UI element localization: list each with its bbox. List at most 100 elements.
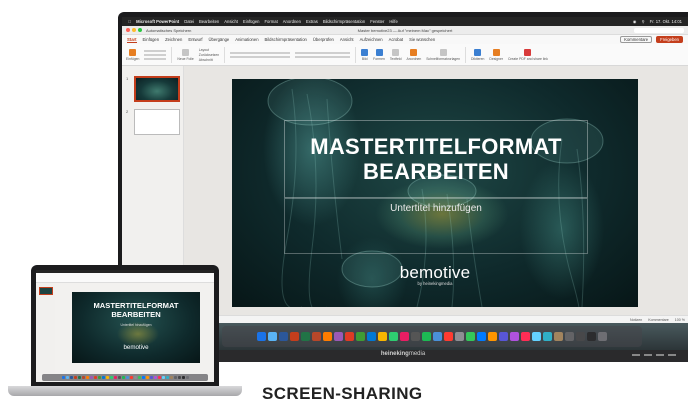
dock-app-icon[interactable] [499, 332, 508, 341]
dock-app-icon[interactable] [268, 332, 277, 341]
menubar-clock[interactable]: Fr. 17. Okt. 14:01 [650, 19, 682, 24]
dock-app-icon[interactable] [576, 332, 585, 341]
dock-app-icon[interactable] [598, 332, 607, 341]
dock-app-icon[interactable] [129, 376, 133, 379]
slide-thumbnail[interactable] [134, 76, 180, 102]
laptop-slide-thumbnail[interactable] [39, 287, 53, 295]
dock-app-icon[interactable] [165, 376, 169, 379]
share-button[interactable]: Freigeben [656, 36, 683, 43]
section-button[interactable]: Abschnitt [199, 58, 213, 62]
dock-app-icon[interactable] [113, 376, 117, 379]
dock-app-icon[interactable] [149, 376, 153, 379]
dictate-group[interactable]: Diktieren [471, 48, 484, 61]
dock-app-icon[interactable] [367, 332, 376, 341]
dock-app-icon[interactable] [81, 376, 85, 379]
menu-ansicht[interactable]: Ansicht [224, 19, 238, 24]
dock-app-icon[interactable] [477, 332, 486, 341]
dock-app-icon[interactable] [400, 332, 409, 341]
dock-app-icon[interactable] [543, 332, 552, 341]
dock-app-icon[interactable] [89, 376, 93, 379]
dock-app-icon[interactable] [61, 376, 65, 379]
dock-app-icon[interactable] [161, 376, 165, 379]
comments-button[interactable]: Kommentare [620, 36, 653, 43]
dock-app-icon[interactable] [125, 376, 129, 379]
tab-ueberpruefen[interactable]: Überprüfen [313, 37, 334, 42]
quick-styles-group[interactable]: Schnellformatvorlagen [426, 48, 460, 61]
dock-app-icon[interactable] [323, 332, 332, 341]
dock-app-icon[interactable] [185, 376, 189, 379]
slide-canvas[interactable]: MASTERTITELFORMAT BEARBEITEN Untertitel … [232, 79, 638, 307]
dock-app-icon[interactable] [109, 376, 113, 379]
dock-app-icon[interactable] [378, 332, 387, 341]
dock-app-icon[interactable] [133, 376, 137, 379]
slide-thumbnail[interactable] [134, 109, 180, 135]
search-icon[interactable]: ⚲ [642, 19, 645, 24]
picture-group[interactable]: Bild [361, 48, 369, 61]
dock-app-icon[interactable] [356, 332, 365, 341]
designer-group[interactable]: Designer [489, 48, 503, 61]
dock-app-icon[interactable] [488, 332, 497, 341]
menu-datei[interactable]: Datei [184, 19, 194, 24]
tab-ansicht[interactable]: Ansicht [340, 37, 354, 42]
font-controls[interactable] [230, 51, 291, 58]
dock-app-icon[interactable] [444, 332, 453, 341]
wifi-icon[interactable]: ◉ [633, 19, 637, 24]
dock-app-icon[interactable] [101, 376, 105, 379]
layout-button[interactable]: Layout [199, 48, 209, 52]
arrange-group[interactable]: Anordnen [407, 48, 421, 61]
dock-app-icon[interactable] [65, 376, 69, 379]
dock-app-icon[interactable] [510, 332, 519, 341]
dock-app-icon[interactable] [173, 376, 177, 379]
notes-button[interactable]: Notizen [630, 318, 642, 322]
dock-app-icon[interactable] [389, 332, 398, 341]
dock-app-icon[interactable] [153, 376, 157, 379]
dock-app-icon[interactable] [157, 376, 161, 379]
reset-button[interactable]: Zurücksetzen [199, 53, 219, 57]
subtitle-placeholder[interactable]: Untertitel hinzufügen [284, 198, 588, 254]
dock-app-icon[interactable] [433, 332, 442, 341]
dock-app-icon[interactable] [257, 332, 266, 341]
dock-app-icon[interactable] [85, 376, 89, 379]
dock-app-icon[interactable] [290, 332, 299, 341]
create-pdf-group[interactable]: Create PDF and share link [508, 48, 548, 61]
dock-app-icon[interactable] [279, 332, 288, 341]
dock-app-icon[interactable] [169, 376, 173, 379]
dock-app-icon[interactable] [105, 376, 109, 379]
apple-icon[interactable]:  [128, 19, 131, 24]
dock-app-icon[interactable] [422, 332, 431, 341]
dock-app-icon[interactable] [145, 376, 149, 379]
dock-app-icon[interactable] [532, 332, 541, 341]
tab-entwurf[interactable]: Entwurf [188, 37, 202, 42]
tab-sie-wuenschen[interactable]: Sie wünschen [409, 37, 435, 42]
title-placeholder[interactable]: MASTERTITELFORMAT BEARBEITEN [284, 120, 588, 198]
tab-acrobat[interactable]: Acrobat [389, 37, 403, 42]
laptop-slide-canvas[interactable]: MASTERTITELFORMAT BEARBEITEN Untertitel h… [72, 292, 200, 363]
textbox-group[interactable]: Textfeld [390, 48, 402, 61]
menu-bildschirmpraesentation[interactable]: Bildschirmpräsentation [323, 19, 365, 24]
menu-hilfe[interactable]: Hilfe [389, 19, 397, 24]
search-field[interactable] [634, 27, 684, 33]
paste-group[interactable]: Einfügen [126, 48, 139, 61]
autosave-label[interactable]: Automatisches Speichern [146, 28, 191, 33]
dock-app-icon[interactable] [141, 376, 145, 379]
tab-bildschirmpraesentation[interactable]: Bildschirmpräsentation [265, 37, 307, 42]
tab-zeichnen[interactable]: Zeichnen [165, 37, 182, 42]
tab-animationen[interactable]: Animationen [235, 37, 258, 42]
dock-app-icon[interactable] [97, 376, 101, 379]
dock-app-icon[interactable] [411, 332, 420, 341]
dock-app-icon[interactable] [565, 332, 574, 341]
tab-uebergaenge[interactable]: Übergänge [209, 37, 230, 42]
menu-extras[interactable]: Extras [306, 19, 318, 24]
tab-einfuegen[interactable]: Einfügen [143, 37, 160, 42]
dock-app-icon[interactable] [77, 376, 81, 379]
dock-app-icon[interactable] [137, 376, 141, 379]
menu-anordnen[interactable]: Anordnen [283, 19, 301, 24]
close-window-button[interactable] [126, 28, 130, 32]
menu-format[interactable]: Format [265, 19, 278, 24]
comments-status-button[interactable]: Kommentare [648, 318, 669, 322]
dock-app-icon[interactable] [334, 332, 343, 341]
dock-app-icon[interactable] [312, 332, 321, 341]
dock-app-icon[interactable] [466, 332, 475, 341]
dock-app-icon[interactable] [554, 332, 563, 341]
shapes-group[interactable]: Formen [373, 48, 385, 61]
